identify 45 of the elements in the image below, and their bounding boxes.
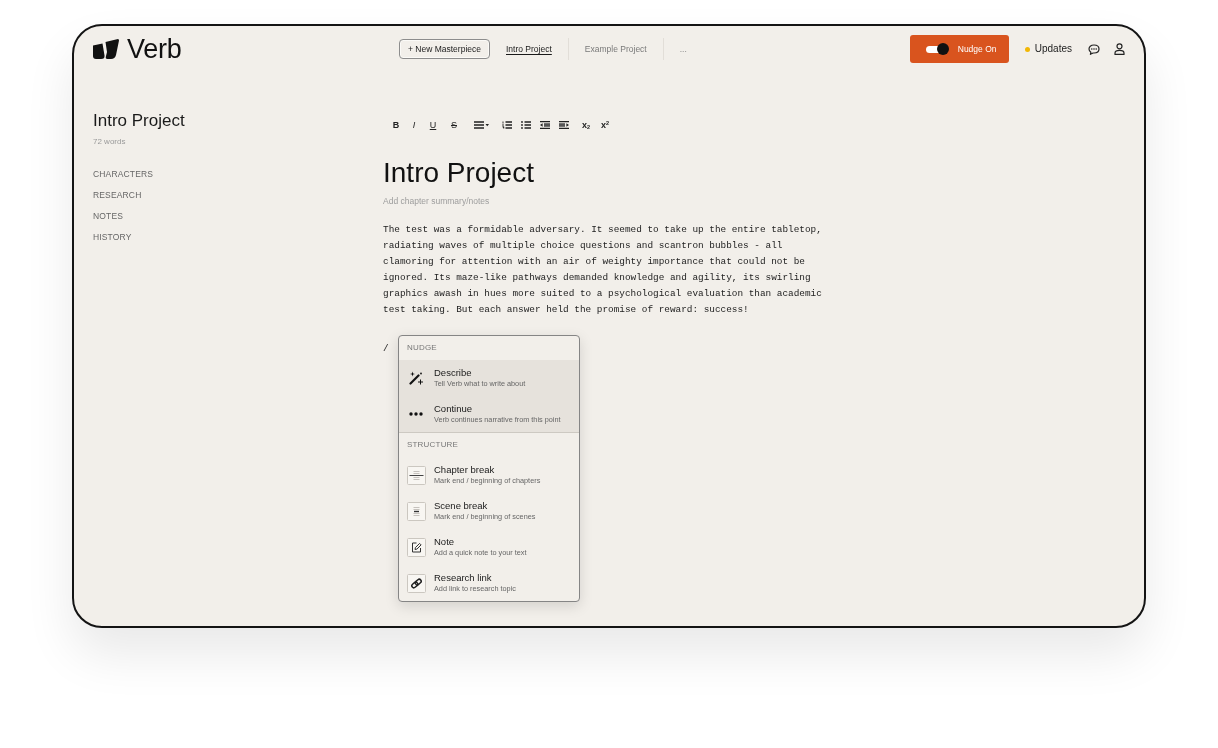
italic-button[interactable]: I (408, 117, 420, 133)
summary-field[interactable]: Add chapter summary/notes (383, 195, 643, 207)
new-project-button[interactable]: + New Masterpiece (399, 39, 490, 59)
align-icon[interactable] (474, 121, 489, 129)
chat-icon[interactable] (1088, 43, 1100, 55)
item-title: Continue (434, 403, 473, 415)
scene-break-icon (407, 501, 426, 521)
user-icon[interactable] (1114, 43, 1125, 55)
project-tab[interactable]: Example Project (584, 43, 647, 55)
item-title: Scene break (434, 500, 488, 512)
note-edit-icon (407, 537, 426, 557)
magic-wand-icon (409, 371, 423, 385)
bullet-list-icon[interactable] (521, 121, 531, 129)
sidebar-link[interactable]: CHARACTERS (93, 168, 154, 180)
toggle-switch[interactable] (925, 43, 950, 55)
strikethrough-button[interactable]: S (448, 117, 460, 133)
word-count: 72 words (93, 136, 127, 147)
project-title: Intro Project (93, 111, 186, 131)
link-icon (407, 573, 426, 593)
item-title: Describe (434, 367, 472, 379)
section-heading: STRUCTURE (406, 439, 460, 451)
updates-link[interactable]: Updates (1024, 43, 1072, 55)
three-dots-icon (409, 412, 423, 416)
document-title: Intro Project (383, 156, 535, 190)
subscript-button[interactable]: x$_{2}$ (580, 117, 592, 133)
underline-button[interactable]: U (427, 117, 439, 133)
document-text: The test was a formidable adversary. It seemed to take up the entire tabletop, radiating waves of multiple choice questions and scantron bubbles - all clamoring for attention with an air of weighty importance that could not be ignored. Its maze-like pathways demanded knowledge and agility, its swirling graphics awash in hues more suited to a psychological evaluation than academic test taking. But each answer held the promise of reward: success! (383, 223, 823, 317)
sidebar-link[interactable]: NOTES (93, 210, 124, 222)
indent-icon[interactable] (559, 121, 569, 129)
chapter-break-icon (407, 465, 426, 485)
slash-command-text: / (383, 343, 389, 354)
item-title: Note (434, 536, 455, 548)
logo-icon (93, 39, 119, 59)
item-title: Chapter break (434, 464, 495, 476)
ordered-list-icon[interactable] (502, 121, 512, 129)
bold-button[interactable]: B (390, 117, 402, 133)
outdent-icon[interactable] (540, 121, 550, 129)
superscript-button[interactable]: x$^{2}$ (599, 117, 611, 133)
section-heading: NUDGE (406, 342, 438, 354)
sidebar-link[interactable]: RESEARCH (93, 189, 142, 201)
sidebar-link[interactable]: HISTORY (93, 231, 132, 243)
item-title: Research link (434, 572, 492, 584)
nudge-button[interactable]: Nudge On (909, 35, 1009, 63)
project-tab[interactable]: Intro Project (506, 43, 552, 55)
logo-text: Verb (127, 35, 182, 63)
